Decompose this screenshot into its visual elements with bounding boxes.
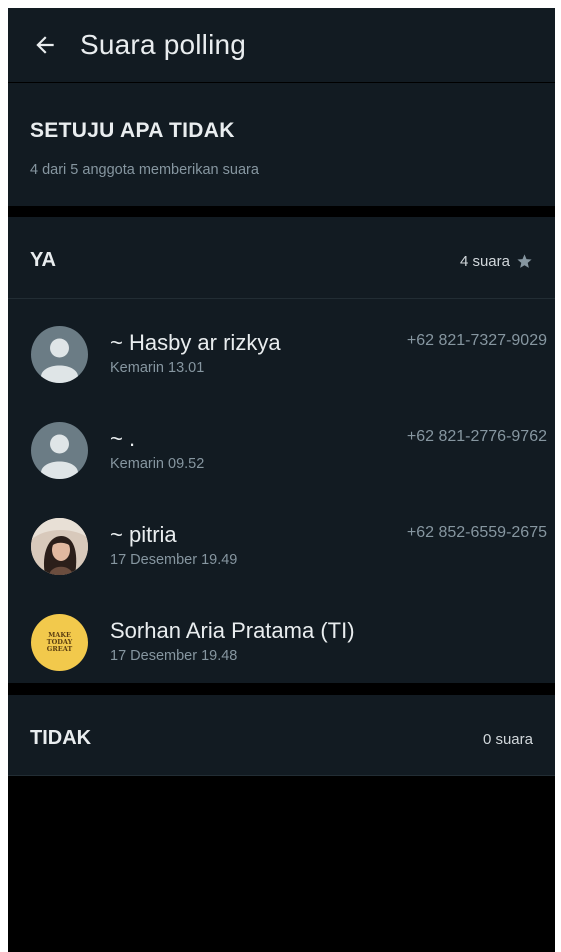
avatar bbox=[31, 326, 88, 383]
avatar bbox=[31, 518, 88, 575]
option-header: TIDAK 0 suara bbox=[8, 695, 555, 776]
default-person-icon bbox=[41, 338, 78, 383]
vote-time: Kemarin 09.52 bbox=[110, 456, 205, 472]
option-header: YA 4 suara bbox=[8, 217, 555, 299]
poll-info-panel: SETUJU APA TIDAK 4 dari 5 anggota member… bbox=[8, 83, 555, 206]
voter-phone: +62 852-6559-2675 bbox=[406, 524, 547, 541]
default-person-icon bbox=[41, 434, 78, 479]
poll-summary: 4 dari 5 anggota memberikan suara bbox=[30, 162, 259, 178]
profile-photo bbox=[31, 518, 88, 575]
option-section-tidak: TIDAK 0 suara bbox=[8, 695, 555, 776]
voter-row[interactable]: ~ . Kemarin 09.52 +62 821-2776-9762 bbox=[8, 410, 555, 506]
option-vote-count: 4 suara bbox=[460, 253, 533, 270]
voter-name: ~ . bbox=[110, 426, 136, 451]
back-button[interactable] bbox=[20, 20, 70, 70]
star-icon bbox=[517, 254, 532, 268]
arrow-left-icon bbox=[36, 36, 54, 54]
poll-question: SETUJU APA TIDAK bbox=[30, 119, 235, 142]
voter-row[interactable]: MAKE TODAY GREAT Sorhan Aria Pratama (TI… bbox=[8, 602, 555, 698]
app-bar: Suara polling bbox=[8, 8, 555, 82]
page-title: Suara polling bbox=[80, 29, 247, 60]
vote-time: 17 Desember 19.48 bbox=[110, 648, 238, 664]
voter-name: ~ Hasby ar rizkya bbox=[110, 330, 281, 355]
voter-name: ~ pitria bbox=[110, 522, 177, 547]
vote-time: Kemarin 13.01 bbox=[110, 360, 205, 376]
vote-count-label: 4 suara bbox=[459, 253, 510, 270]
option-vote-count: 0 suara bbox=[483, 731, 533, 748]
vote-count-label: 0 suara bbox=[482, 731, 533, 748]
voter-row[interactable]: ~ pitria 17 Desember 19.49 +62 852-6559-… bbox=[8, 506, 555, 602]
option-label: YA bbox=[30, 249, 56, 271]
voter-name: Sorhan Aria Pratama (TI) bbox=[110, 618, 355, 643]
badge-text: MAKE TODAY GREAT bbox=[46, 631, 73, 653]
voter-phone: +62 821-7327-9029 bbox=[406, 332, 547, 349]
option-section-ya: YA 4 suara ~ Hasby ar rizkya Kemarin 13.… bbox=[8, 217, 555, 683]
option-label: TIDAK bbox=[30, 727, 92, 749]
voter-phone: +62 821-2776-9762 bbox=[406, 428, 547, 445]
make-today-great-badge: MAKE TODAY GREAT bbox=[31, 614, 88, 671]
avatar bbox=[31, 422, 88, 479]
vote-time: 17 Desember 19.49 bbox=[110, 552, 238, 568]
voter-row[interactable]: ~ Hasby ar rizkya Kemarin 13.01 +62 821-… bbox=[8, 314, 555, 410]
screen: Suara polling SETUJU APA TIDAK 4 dari 5 … bbox=[8, 8, 555, 952]
